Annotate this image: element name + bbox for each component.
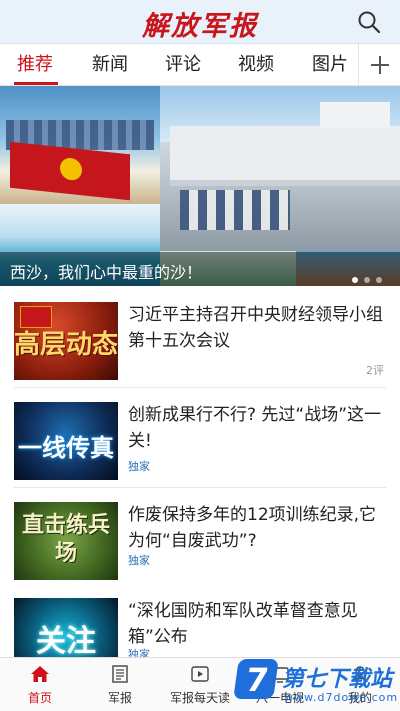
play-icon	[191, 666, 209, 682]
app-logo: 解放军报	[142, 11, 258, 42]
banner-caption: 西沙，我们心中最重的沙！	[10, 263, 203, 282]
watermark-logo-icon	[233, 659, 279, 699]
tab-news[interactable]: 新闻	[92, 44, 128, 86]
news-item[interactable]: 高层动态 习近平主持召开中央财经领导小组第十五次会议 2评	[0, 288, 400, 388]
banner-photo-ship	[160, 86, 400, 251]
news-item[interactable]: 一线传真 创新成果行不行? 先过“战场”这一关! 独家	[0, 388, 400, 488]
thumbnail-label: 直击练兵场	[21, 513, 110, 566]
home-icon	[31, 666, 49, 682]
search-button[interactable]	[356, 9, 382, 35]
category-tabs: 推荐 新闻 评论 视频 图片	[0, 44, 400, 86]
news-title: 习近平主持召开中央财经领导小组第十五次会议	[128, 305, 383, 351]
exclusive-tag: 独家	[128, 460, 150, 473]
newspaper-icon	[112, 665, 128, 683]
nav-label: 军报每天读	[169, 691, 230, 705]
tab-comment[interactable]: 评论	[165, 44, 201, 86]
nav-label: 军报	[107, 691, 132, 705]
news-thumbnail: 高层动态	[14, 302, 118, 380]
nav-newspaper[interactable]: 军报	[80, 658, 160, 711]
featured-banner[interactable]: 西沙，我们心中最重的沙！	[0, 86, 400, 286]
active-tab-indicator	[14, 82, 58, 85]
carousel-indicator	[346, 268, 382, 286]
news-thumbnail: 一线传真	[14, 402, 118, 480]
watermark-title: 第七下载站	[282, 667, 393, 692]
news-thumbnail: 直击练兵场	[14, 502, 118, 580]
news-item[interactable]: 直击练兵场 作废保持多年的12项训练纪录,它为何“自废武功”? 独家	[0, 488, 400, 588]
tab-photos[interactable]: 图片	[312, 44, 348, 86]
nav-label: 首页	[27, 691, 52, 705]
tab-video[interactable]: 视频	[238, 44, 274, 86]
news-title: 创新成果行不行? 先过“战场”这一关!	[128, 405, 382, 451]
watermark-url: www.d7down.com	[284, 691, 399, 704]
banner-photo-flag-ceremony	[0, 86, 160, 204]
site-watermark: 第七下载站 www.d7down.com	[230, 655, 400, 711]
thumbnail-label: 关注	[36, 624, 96, 659]
comment-count: 2评	[366, 364, 384, 377]
nav-daily-read[interactable]: 军报每天读	[160, 658, 240, 711]
news-title: “深化国防和军队改革督查意见箱”公布	[128, 601, 358, 647]
carousel-dot[interactable]	[352, 277, 358, 283]
app-header: 解放军报	[0, 0, 400, 44]
search-icon	[358, 11, 381, 34]
nav-home[interactable]: 首页	[0, 658, 80, 711]
thumbnail-label: 一线传真	[18, 434, 114, 462]
carousel-dot[interactable]	[376, 277, 382, 283]
exclusive-tag: 独家	[128, 554, 150, 567]
add-tab-button[interactable]	[358, 44, 400, 86]
carousel-dot[interactable]	[364, 277, 370, 283]
tab-recommend[interactable]: 推荐	[17, 44, 53, 86]
news-title: 作废保持多年的12项训练纪录,它为何“自废武功”?	[128, 505, 377, 551]
thumbnail-label: 高层动态	[14, 330, 118, 360]
